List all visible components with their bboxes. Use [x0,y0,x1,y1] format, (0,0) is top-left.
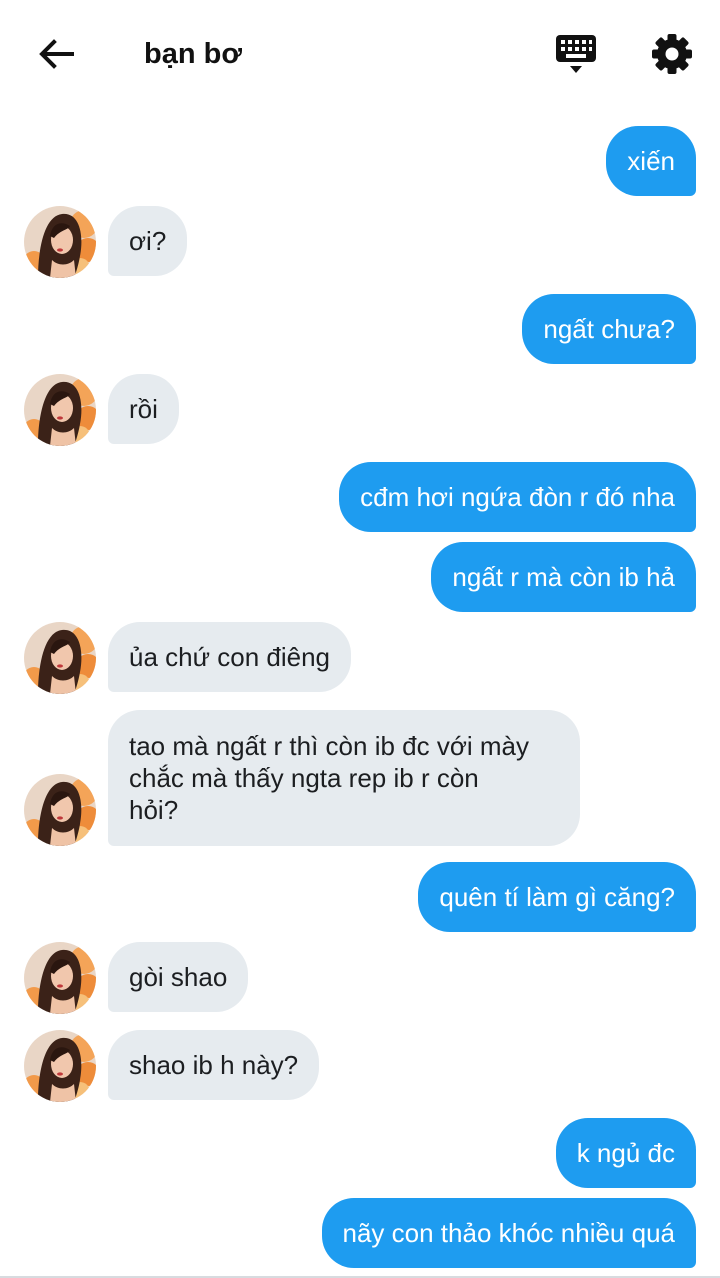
message-row: nãy con thảo khóc nhiều quá [0,1198,720,1270]
incoming-message-bubble[interactable]: ủa chứ con điêng [108,622,351,692]
incoming-message-bubble[interactable]: ơi? [108,206,188,276]
avatar[interactable] [24,774,96,846]
message-row: rồi [0,374,720,446]
message-row: tao mà ngất r thì còn ib đc với mày chắc… [0,710,720,846]
message-row: ơi? [0,206,720,278]
avatar[interactable] [24,622,96,694]
avatar[interactable] [24,1030,96,1102]
message-row: quên tí làm gì căng? [0,862,720,934]
arrow-left-icon [39,39,74,69]
incoming-message-bubble[interactable]: tao mà ngất r thì còn ib đc với mày chắc… [108,710,580,846]
chat-title: bạn bơ [144,38,242,70]
avatar[interactable] [24,374,96,446]
outgoing-message-bubble[interactable]: k ngủ đc [555,1118,696,1188]
settings-button[interactable] [648,30,696,78]
message-row: k ngủ đc [0,1118,720,1190]
outgoing-message-bubble[interactable]: ngất r mà còn ib hả [431,542,696,612]
keyboard-icon [556,35,596,73]
message-row: gòi shao [0,942,720,1014]
message-row: xiến [0,126,720,198]
chat-header: bạn bơ [0,0,720,108]
avatar[interactable] [24,206,96,278]
back-button[interactable] [32,32,80,76]
message-row: ngất r mà còn ib hả [0,542,720,614]
outgoing-message-bubble[interactable]: cđm hơi ngứa đòn r đó nha [339,462,696,532]
incoming-message-bubble[interactable]: shao ib h này? [108,1030,320,1100]
outgoing-message-bubble[interactable]: quên tí làm gì căng? [418,862,696,932]
message-row: shao ib h này? [0,1030,720,1102]
message-row: ủa chứ con điêng [0,622,720,694]
keyboard-button[interactable] [552,30,600,78]
avatar[interactable] [24,942,96,1014]
outgoing-message-bubble[interactable]: ngất chưa? [522,294,696,364]
incoming-message-bubble[interactable]: rồi [108,374,179,444]
gear-icon [652,34,692,74]
message-row: cđm hơi ngứa đòn r đó nha [0,462,720,534]
outgoing-message-bubble[interactable]: xiến [606,126,696,196]
incoming-message-bubble[interactable]: gòi shao [108,942,249,1012]
outgoing-message-bubble[interactable]: nãy con thảo khóc nhiều quá [321,1198,696,1268]
message-row: ngất chưa? [0,294,720,366]
